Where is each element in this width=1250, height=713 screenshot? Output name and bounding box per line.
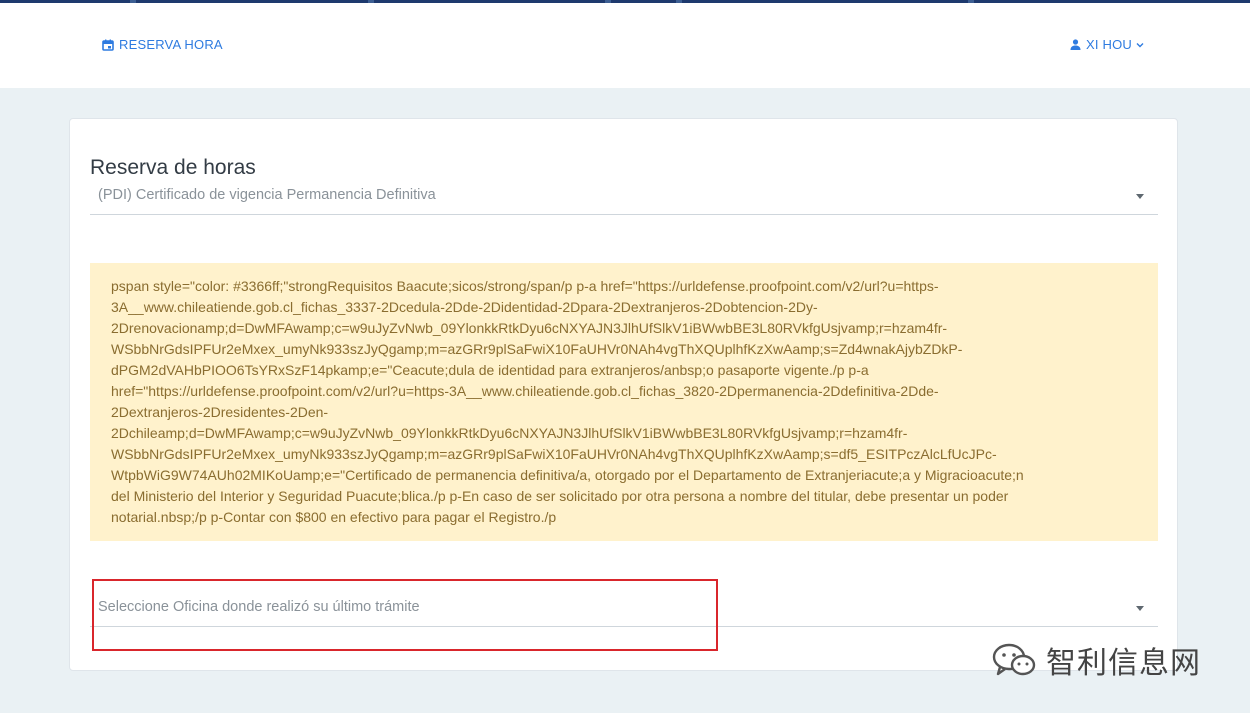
alert-text-line: WSbbNrGdsIPFUr2eMxex_umyNk933szJyQgamp;m… — [111, 446, 997, 462]
alert-text-line: href="https://urldefense.proofpoint.com/… — [111, 383, 939, 399]
alert-text-line: WtpbWiG9W74AUh02MIKoUamp;e="Certificado … — [111, 467, 1024, 483]
nav-reserva-hora-link[interactable]: RESERVA HORA — [102, 37, 223, 52]
user-icon — [1070, 39, 1081, 50]
chevron-down-icon — [1136, 42, 1144, 47]
wechat-icon — [992, 643, 1036, 676]
alert-text-line: 2Dextranjeros-2Dresidentes-2Den- — [111, 404, 329, 420]
caret-down-icon — [1136, 194, 1144, 199]
tramite-select[interactable]: (PDI) Certificado de vigencia Permanenci… — [90, 181, 1158, 215]
alert-text-line: 2Drenovacionamp;d=DwMFAwamp;c=w9uJyZvNwb… — [111, 320, 948, 336]
alert-text-line: WSbbNrGdsIPFUr2eMxex_umyNk933szJyQgamp;m… — [111, 341, 963, 357]
alert-text-line: dPGM2dVAHbPIOO6TsYRxSzF14pkamp;e="Ceacut… — [111, 362, 869, 378]
watermark: 智利信息网 — [990, 638, 1201, 682]
page-title: Reserva de horas — [90, 156, 256, 180]
caret-down-icon — [1136, 606, 1144, 611]
tramite-select-value: (PDI) Certificado de vigencia Permanenci… — [98, 187, 436, 203]
alert-text-line: del Ministerio del Interior y Seguridad … — [111, 488, 1009, 504]
alert-text-line: notarial.nbsp;/p p-Contar con $800 en ef… — [111, 509, 557, 525]
alert-text-line: 2Dchileamp;d=DwMFAwamp;c=w9uJyZvNwb_09Yl… — [111, 425, 908, 441]
alert-text-line: pspan style="color: #3366ff;"strongRequi… — [111, 278, 939, 294]
requisitos-alert: pspan style="color: #3366ff;"strongRequi… — [90, 263, 1158, 541]
user-name-label: XI HOU — [1086, 37, 1132, 52]
highlight-annotation-box — [92, 579, 718, 651]
navbar: RESERVA HORA XI HOU — [0, 3, 1250, 88]
calendar-icon — [102, 39, 114, 51]
watermark-text: 智利信息网 — [1046, 646, 1201, 681]
user-menu-button[interactable]: XI HOU — [1070, 37, 1144, 52]
nav-reserva-hora-label: RESERVA HORA — [119, 37, 223, 52]
alert-text-line: 3A__www.chileatiende.gob.cl_fichas_3337-… — [111, 299, 818, 315]
